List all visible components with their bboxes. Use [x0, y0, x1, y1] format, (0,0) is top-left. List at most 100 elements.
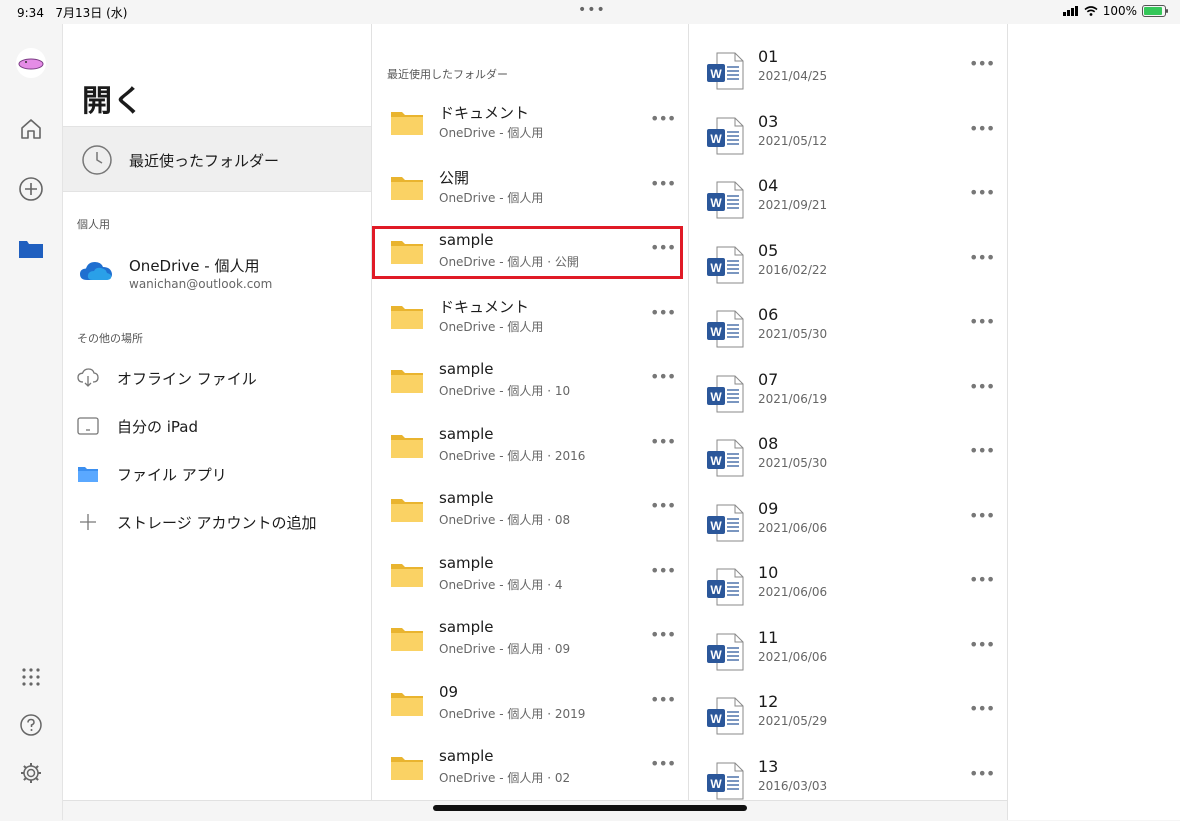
folder-icon — [390, 110, 424, 140]
folder-row[interactable]: sample OneDrive - 個人用 · 2016 ••• — [372, 415, 688, 479]
folder-row[interactable]: sample OneDrive - 個人用 · 02 ••• — [372, 737, 688, 801]
folder-row[interactable]: ドキュメント OneDrive - 個人用 ••• — [372, 92, 688, 156]
folder-row[interactable]: 09 OneDrive - 個人用 · 2019 ••• — [372, 673, 688, 737]
more-options-icon[interactable]: ••• — [650, 627, 676, 646]
place-files-app[interactable]: ファイル アプリ — [63, 454, 371, 494]
word-doc-icon: W — [705, 503, 745, 547]
folder-row[interactable]: sample OneDrive - 個人用 · 公開 ••• — [372, 221, 688, 285]
home-indicator[interactable] — [433, 805, 747, 811]
more-options-icon[interactable]: ••• — [969, 378, 995, 398]
more-options-icon[interactable]: ••• — [969, 636, 995, 656]
open-panel: 開く 最近使ったフォルダー 個人用 OneDrive - 個人用 wanicha… — [63, 24, 1007, 800]
more-options-icon[interactable]: ••• — [650, 691, 676, 711]
locations-column: 開く 最近使ったフォルダー 個人用 OneDrive - 個人用 wanicha… — [63, 24, 372, 800]
document-row[interactable]: W 09 2021/06/06 ••• — [689, 489, 1007, 553]
document-row[interactable]: W 07 2021/06/19 ••• — [689, 360, 1007, 424]
more-options-icon[interactable]: ••• — [650, 111, 676, 130]
document-row[interactable]: W 03 2021/05/12 ••• — [689, 102, 1007, 166]
more-options-icon[interactable]: ••• — [969, 56, 995, 75]
folder-row[interactable]: 公開 OneDrive - 個人用 ••• — [372, 157, 688, 221]
more-options-icon[interactable]: ••• — [650, 756, 676, 775]
word-doc-icon: W — [705, 696, 745, 740]
place-my-ipad[interactable]: 自分の iPad — [63, 406, 371, 446]
document-name: 09 — [758, 498, 779, 518]
place-add-storage[interactable]: ストレージ アカウントの追加 — [63, 502, 371, 542]
onedrive-account: wanichan@outlook.com — [129, 277, 273, 291]
word-doc-icon: W — [705, 632, 745, 676]
document-row[interactable]: W 11 2021/06/06 ••• — [689, 618, 1007, 682]
status-time: 9:34 7月13日 (水) — [17, 6, 128, 20]
folder-row[interactable]: ドキュメント OneDrive - 個人用 ••• — [372, 286, 688, 350]
document-row[interactable]: W 06 2021/05/30 ••• — [689, 295, 1007, 359]
more-options-icon[interactable]: ••• — [650, 433, 676, 453]
recent-folders-column: 最近使用したフォルダー ドキュメント OneDrive - 個人用 ••• 公開 One… — [372, 24, 689, 800]
cloud-download-icon — [77, 367, 99, 389]
more-options-icon[interactable]: ••• — [650, 175, 676, 195]
folder-row[interactable]: sample OneDrive - 個人用 · 09 ••• — [372, 608, 688, 672]
onedrive-label: OneDrive - 個人用 — [129, 257, 260, 275]
home-icon[interactable] — [16, 114, 46, 144]
folder-icon — [390, 368, 424, 398]
more-options-icon[interactable]: ••• — [969, 120, 995, 140]
place-offline-files[interactable]: オフライン ファイル — [63, 358, 371, 398]
more-options-icon[interactable]: ••• — [650, 240, 676, 259]
recent-folders-item[interactable]: 最近使ったフォルダー — [63, 126, 371, 192]
document-name: 04 — [758, 176, 779, 195]
avatar[interactable] — [16, 48, 46, 78]
document-row[interactable]: W 05 2016/02/22 ••• — [689, 231, 1007, 295]
battery-percent: 100% — [1102, 4, 1137, 18]
document-date: 2016/02/22 — [758, 262, 828, 277]
onedrive-personal-item[interactable]: OneDrive - 個人用 wanichan@outlook.com — [63, 244, 371, 300]
more-options-icon[interactable]: ••• — [969, 314, 995, 333]
folder-icon[interactable] — [16, 234, 46, 264]
more-options-icon[interactable]: ••• — [650, 304, 676, 324]
document-row[interactable]: W 12 2021/05/29 ••• — [689, 682, 1007, 746]
svg-text:W: W — [710, 454, 722, 468]
folder-name: sample — [439, 553, 494, 572]
document-date: 2021/06/06 — [758, 520, 828, 535]
word-doc-icon: W — [705, 309, 745, 353]
more-options-icon[interactable]: ••• — [969, 249, 995, 269]
add-icon[interactable] — [16, 174, 46, 204]
settings-icon[interactable] — [16, 758, 46, 788]
document-date: 2021/06/06 — [758, 585, 828, 599]
more-options-icon[interactable]: ••• — [969, 701, 995, 720]
left-rail — [0, 24, 63, 820]
folder-location: OneDrive - 個人用 · 08 — [439, 513, 571, 527]
word-doc-icon: W — [705, 374, 745, 418]
document-date: 2021/06/06 — [758, 649, 828, 664]
document-row[interactable]: W 01 2021/04/25 ••• — [689, 37, 1007, 101]
multitask-dots[interactable]: ••• — [578, 2, 606, 18]
folder-location: OneDrive - 個人用 · 02 — [439, 771, 571, 785]
more-options-icon[interactable]: ••• — [969, 507, 995, 527]
svg-text:W: W — [710, 325, 722, 339]
onedrive-cloud-icon — [79, 260, 113, 286]
more-options-icon[interactable]: ••• — [969, 185, 995, 204]
folder-row[interactable]: sample OneDrive - 個人用 · 08 ••• — [372, 479, 688, 543]
folder-row[interactable]: sample OneDrive - 個人用 · 10 ••• — [372, 350, 688, 414]
document-row[interactable]: W 04 2021/09/21 ••• — [689, 166, 1007, 230]
folder-icon — [390, 175, 424, 205]
more-options-icon[interactable]: ••• — [650, 498, 676, 517]
more-options-icon[interactable]: ••• — [969, 572, 995, 591]
more-options-icon[interactable]: ••• — [650, 369, 676, 388]
word-doc-icon: W — [705, 245, 745, 289]
folder-name: ドキュメント — [439, 104, 530, 122]
svg-text:W: W — [710, 390, 722, 404]
svg-text:W: W — [710, 712, 722, 726]
apps-grid-icon[interactable] — [16, 662, 46, 692]
clock-icon — [81, 144, 113, 180]
folder-row[interactable]: sample OneDrive - 個人用 · 4 ••• — [372, 544, 688, 608]
more-options-icon[interactable]: ••• — [650, 562, 676, 582]
more-options-icon[interactable]: ••• — [969, 443, 995, 462]
document-row[interactable]: W 08 2021/05/30 ••• — [689, 424, 1007, 488]
document-date: 2021/05/29 — [758, 714, 828, 728]
more-options-icon[interactable]: ••• — [969, 765, 995, 785]
folder-name: sample — [439, 747, 494, 765]
svg-text:W: W — [710, 583, 722, 597]
recent-folders-label: 最近使ったフォルダー — [129, 152, 280, 170]
folder-location: OneDrive - 個人用 · 2016 — [439, 448, 586, 463]
files-app-icon — [77, 463, 99, 485]
help-icon[interactable] — [16, 710, 46, 740]
document-row[interactable]: W 10 2021/06/06 ••• — [689, 553, 1007, 617]
